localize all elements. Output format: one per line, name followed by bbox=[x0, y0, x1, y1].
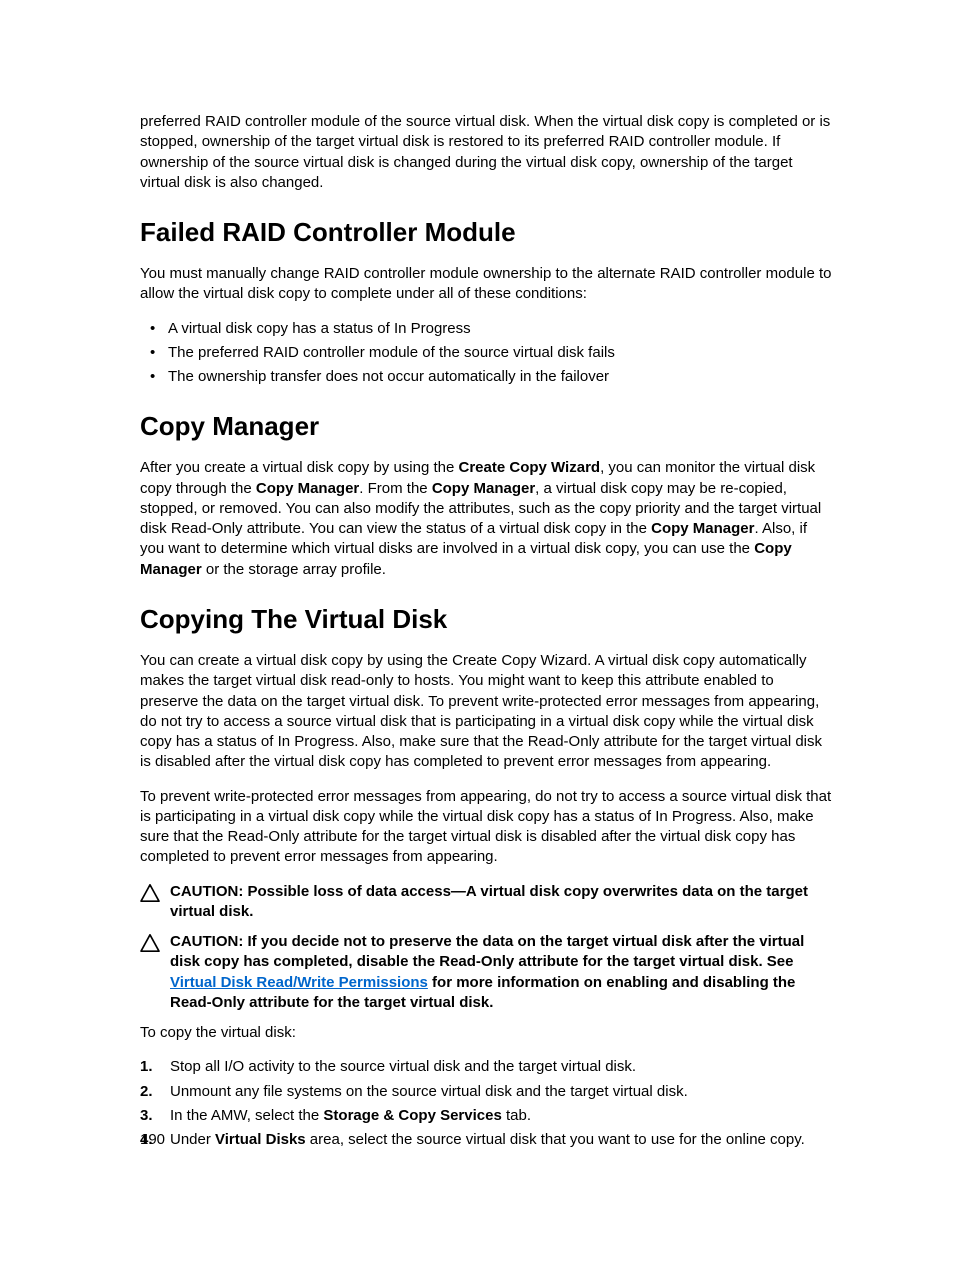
text-span: After you create a virtual disk copy by … bbox=[140, 459, 459, 476]
step-item: Under Virtual Disks area, select the sou… bbox=[140, 1130, 834, 1150]
caution-icon bbox=[140, 884, 160, 902]
list-item: A virtual disk copy has a status of In P… bbox=[140, 319, 834, 339]
text-span: or the storage array profile. bbox=[202, 561, 386, 578]
page-number: 190 bbox=[140, 1130, 165, 1150]
link-vd-rw-permissions[interactable]: Virtual Disk Read/Write Permissions bbox=[170, 974, 428, 991]
text-span: In the AMW, select the bbox=[170, 1107, 323, 1124]
text-span: area, select the source virtual disk tha… bbox=[306, 1131, 805, 1148]
list-item: The ownership transfer does not occur au… bbox=[140, 367, 834, 387]
section3-paragraph3: To copy the virtual disk: bbox=[140, 1023, 834, 1043]
text-span: . From the bbox=[359, 480, 432, 497]
section1-bullet-list: A virtual disk copy has a status of In P… bbox=[140, 319, 834, 388]
step-item: In the AMW, select the Storage & Copy Se… bbox=[140, 1106, 834, 1126]
bold-span: Copy Manager bbox=[256, 480, 359, 497]
heading-failed-raid: Failed RAID Controller Module bbox=[140, 215, 834, 250]
section3-paragraph2: To prevent write-protected error message… bbox=[140, 787, 834, 868]
bold-span: Copy Manager bbox=[651, 520, 754, 537]
text-span: Unmount any file systems on the source v… bbox=[170, 1083, 688, 1100]
step-item: Unmount any file systems on the source v… bbox=[140, 1082, 834, 1102]
caution-block: CAUTION: If you decide not to preserve t… bbox=[140, 932, 834, 1013]
steps-list: Stop all I/O activity to the source virt… bbox=[140, 1057, 834, 1150]
text-span: Under bbox=[170, 1131, 215, 1148]
text-span: CAUTION: If you decide not to preserve t… bbox=[170, 933, 804, 970]
caution-text: CAUTION: Possible loss of data access—A … bbox=[170, 882, 834, 923]
caution-text: CAUTION: If you decide not to preserve t… bbox=[170, 932, 834, 1013]
section3-paragraph1: You can create a virtual disk copy by us… bbox=[140, 651, 834, 773]
text-span: tab. bbox=[502, 1107, 531, 1124]
text-span: Stop all I/O activity to the source virt… bbox=[170, 1058, 636, 1075]
intro-paragraph: preferred RAID controller module of the … bbox=[140, 112, 834, 193]
document-page: preferred RAID controller module of the … bbox=[0, 0, 954, 1268]
caution-block: CAUTION: Possible loss of data access—A … bbox=[140, 882, 834, 923]
section2-paragraph: After you create a virtual disk copy by … bbox=[140, 458, 834, 580]
caution-icon bbox=[140, 934, 160, 952]
bold-span: Create Copy Wizard bbox=[459, 459, 601, 476]
heading-copying-vd: Copying The Virtual Disk bbox=[140, 602, 834, 637]
heading-copy-manager: Copy Manager bbox=[140, 409, 834, 444]
bold-span: Virtual Disks bbox=[215, 1131, 306, 1148]
bold-span: Copy Manager bbox=[432, 480, 535, 497]
list-item: The preferred RAID controller module of … bbox=[140, 343, 834, 363]
step-item: Stop all I/O activity to the source virt… bbox=[140, 1057, 834, 1077]
section1-paragraph: You must manually change RAID controller… bbox=[140, 264, 834, 305]
bold-span: Storage & Copy Services bbox=[323, 1107, 501, 1124]
